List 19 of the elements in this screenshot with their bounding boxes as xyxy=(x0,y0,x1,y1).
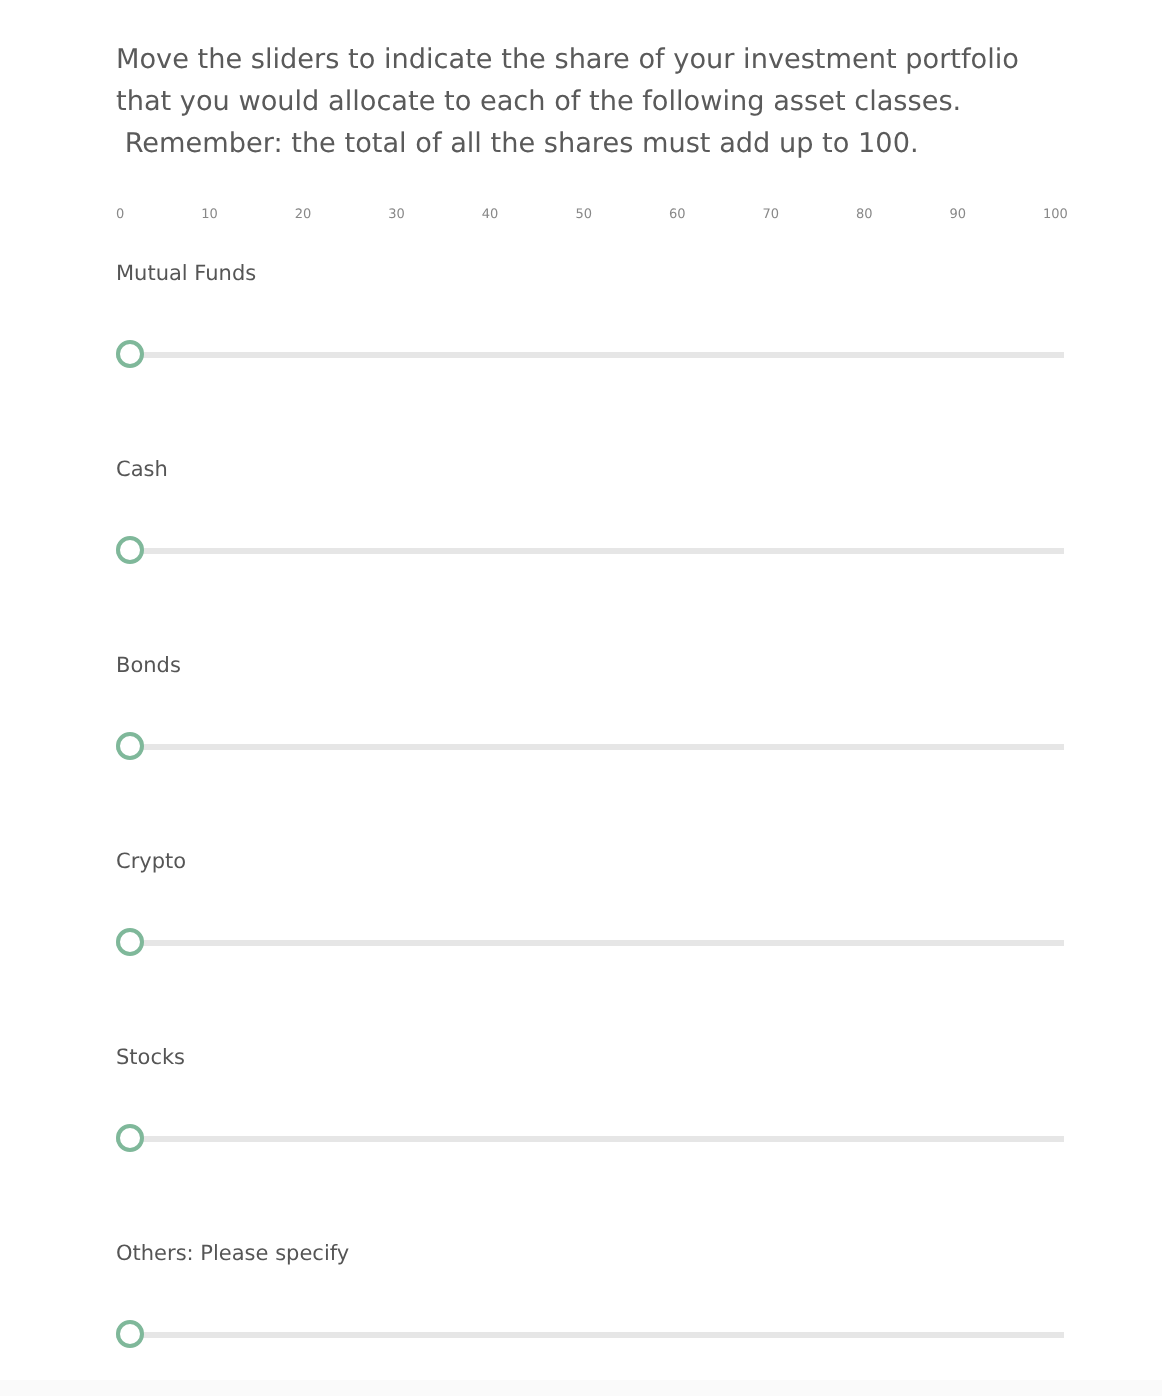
slider-label: Stocks xyxy=(116,1044,188,1072)
slider-thumb[interactable] xyxy=(116,536,144,564)
slider-thumb[interactable] xyxy=(116,1320,144,1348)
slider-label: Mutual Funds xyxy=(116,260,259,288)
slider[interactable] xyxy=(116,1320,1064,1348)
slider-label: Bonds xyxy=(116,652,183,680)
slider[interactable] xyxy=(116,1124,1064,1152)
slider-thumb[interactable] xyxy=(116,928,144,956)
question-text: Move the sliders to indicate the share of your investment portfolio that you would allocate to each of the following asset classes. Remember: the total of all the shares must add up to 100. xyxy=(116,42,1021,164)
slider-label: Others: Please specify xyxy=(116,1240,352,1268)
slider-label: Crypto xyxy=(116,848,189,876)
slider-thumb[interactable] xyxy=(116,1124,144,1152)
slider[interactable] xyxy=(116,340,1064,368)
slider[interactable] xyxy=(116,732,1064,760)
slider-label: Cash xyxy=(116,456,170,484)
slider[interactable] xyxy=(116,536,1064,564)
slider-thumb[interactable] xyxy=(116,340,144,368)
slider-thumb[interactable] xyxy=(116,732,144,760)
slider[interactable] xyxy=(116,928,1064,956)
